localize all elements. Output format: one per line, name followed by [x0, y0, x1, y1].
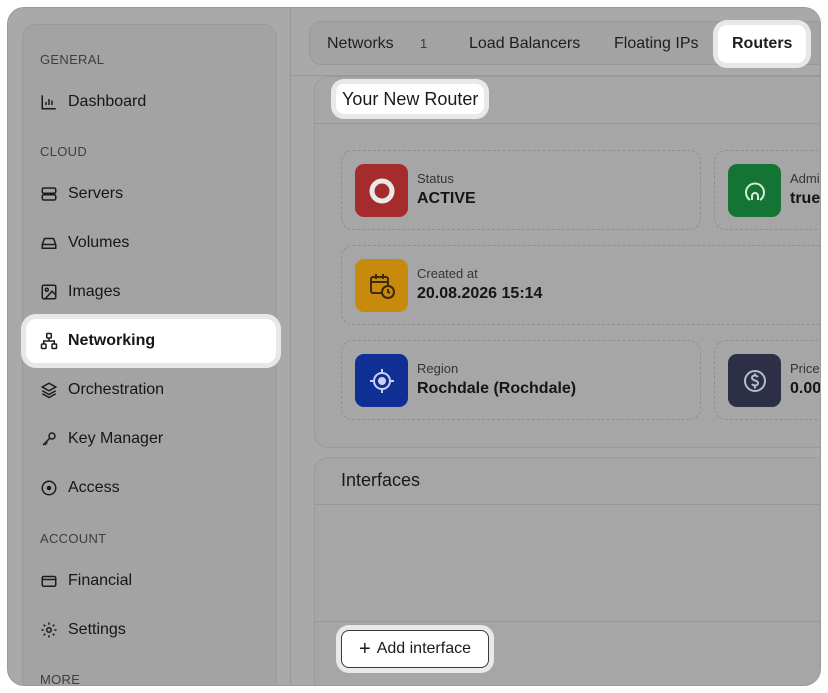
section-more: MORE: [40, 672, 81, 685]
sidebar-item-label: Servers: [68, 185, 124, 202]
region-value: Rochdale (Rochdale): [417, 380, 577, 397]
admin-state-label: Admi: [790, 171, 820, 186]
sidebar-item-label: Access: [68, 479, 120, 496]
region-box: Region Rochdale (Rochdale): [341, 340, 701, 420]
app-window: GENERAL Dashboard CLOUD Servers Volumes …: [8, 8, 820, 685]
created-at-box: Created at 20.08.2026 15:14: [341, 245, 820, 325]
image-icon: [41, 284, 57, 300]
created-icon-tile: [355, 259, 408, 312]
price-label: Price: [790, 361, 820, 376]
sidebar-item-financial[interactable]: Financial: [26, 559, 276, 603]
sidebar-item-orchestration[interactable]: Orchestration: [26, 368, 276, 412]
divider: [314, 123, 820, 124]
sidebar-item-networking[interactable]: Networking: [26, 319, 276, 363]
tab-networks[interactable]: Networks: [327, 22, 394, 66]
sidebar-item-images[interactable]: Images: [26, 270, 276, 314]
plus-icon: +: [359, 638, 371, 660]
tab-networks-count: 1: [420, 36, 428, 51]
add-interface-button[interactable]: + Add interface: [341, 630, 489, 668]
admin-state-value: true: [790, 190, 820, 207]
crosshair-icon: [369, 368, 394, 393]
tab-floating-ips[interactable]: Floating IPs: [614, 22, 698, 66]
layers-icon: [40, 382, 58, 399]
price-box: Price 0.00: [714, 340, 820, 420]
sidebar-item-access[interactable]: Access: [26, 466, 276, 510]
sidebar-item-label: Dashboard: [68, 93, 147, 110]
status-value: ACTIVE: [417, 190, 476, 207]
gear-icon: [41, 622, 57, 638]
network-icon: [40, 332, 58, 350]
drive-icon: [41, 237, 57, 249]
section-cloud: CLOUD: [40, 144, 88, 159]
status-icon-tile: [355, 164, 408, 217]
sidebar-area: GENERAL Dashboard CLOUD Servers Volumes …: [8, 8, 291, 685]
sidebar-item-label: Orchestration: [68, 381, 165, 398]
created-at-value: 20.08.2026 15:14: [417, 285, 543, 302]
sidebar-item-servers[interactable]: Servers: [26, 172, 276, 216]
sidebar-item-label: Key Manager: [68, 430, 164, 447]
tab-bar: Networks 1 Load Balancers Floating IPs R…: [309, 21, 820, 65]
target-icon: [41, 480, 57, 496]
sidebar-item-label: Settings: [68, 621, 126, 638]
sidebar: GENERAL Dashboard CLOUD Servers Volumes …: [22, 24, 277, 685]
admin-state-box: Admi true: [714, 150, 820, 230]
admin-icon-tile: [728, 164, 781, 217]
status-box: Status ACTIVE: [341, 150, 701, 230]
tab-load-balancers[interactable]: Load Balancers: [469, 22, 580, 66]
sidebar-item-label: Volumes: [68, 234, 130, 251]
sidebar-item-key-manager[interactable]: Key Manager: [26, 417, 276, 461]
bar-chart-icon: [41, 95, 56, 110]
sidebar-item-volumes[interactable]: Volumes: [26, 221, 276, 265]
sidebar-item-label: Images: [68, 283, 121, 300]
key-icon: [42, 432, 56, 446]
tab-routers[interactable]: Routers: [718, 25, 807, 63]
status-ring-icon: [369, 178, 394, 203]
dollar-icon: [743, 369, 766, 392]
created-at-label: Created at: [417, 266, 478, 281]
calendar-clock-icon: [369, 273, 395, 299]
region-label: Region: [417, 361, 459, 376]
status-label: Status: [417, 171, 454, 186]
main-content: Networks 1 Load Balancers Floating IPs R…: [292, 8, 820, 685]
price-icon-tile: [728, 354, 781, 407]
interfaces-title: Interfaces: [341, 470, 421, 490]
card-icon: [41, 575, 57, 587]
section-general: GENERAL: [40, 52, 105, 67]
power-icon: [744, 182, 765, 201]
divider: [314, 504, 820, 505]
sidebar-item-label: Financial: [68, 572, 133, 589]
sidebar-item-settings[interactable]: Settings: [26, 608, 276, 652]
sidebar-item-dashboard[interactable]: Dashboard: [26, 80, 276, 124]
divider: [314, 621, 820, 622]
sidebar-item-label: Networking: [68, 332, 156, 349]
router-name[interactable]: Your New Router: [336, 84, 485, 114]
add-interface-label: Add interface: [376, 640, 471, 657]
section-account: ACCOUNT: [40, 531, 107, 546]
price-value: 0.00: [790, 380, 820, 397]
region-icon-tile: [355, 354, 408, 407]
server-icon: [41, 187, 57, 201]
